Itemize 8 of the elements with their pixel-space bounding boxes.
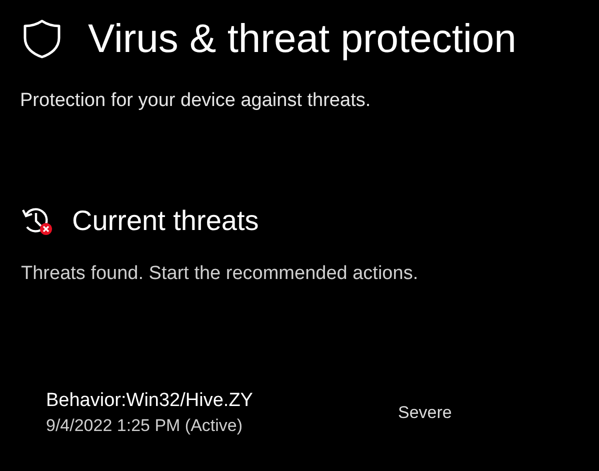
shield-icon: [22, 18, 62, 60]
section-title: Current threats: [72, 204, 259, 238]
page-subtitle: Protection for your device against threats.: [19, 89, 372, 113]
threat-date: 9/4/2022 1:25 PM (Active): [46, 415, 244, 437]
page-title: Virus & threat protection: [88, 16, 516, 63]
threat-name: Behavior:Win32/Hive.ZY: [46, 389, 254, 413]
section-status: Threats found. Start the recommended actions.: [20, 262, 420, 286]
threat-severity: Severe: [398, 402, 452, 424]
